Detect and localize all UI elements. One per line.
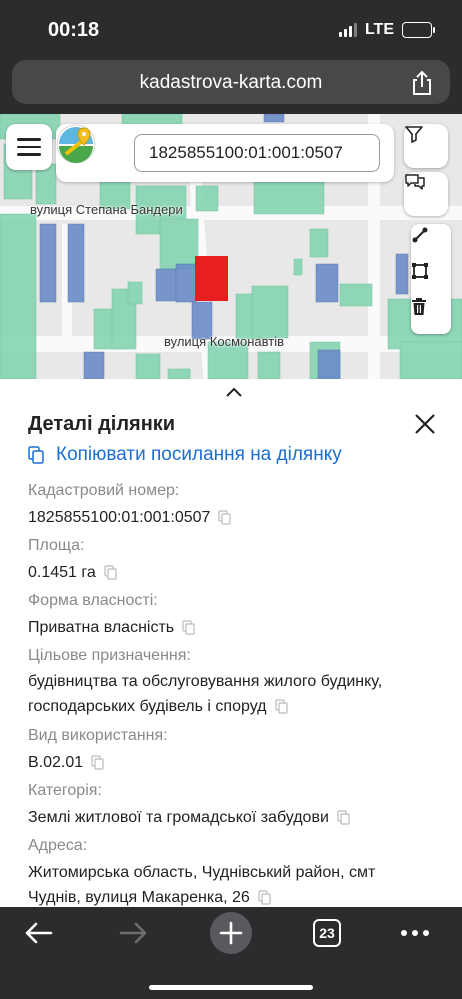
field-value-purpose: будівництва та обслуговування жилого буд… <box>28 669 382 719</box>
tabs-button[interactable]: 23 <box>312 913 342 953</box>
home-indicator <box>149 985 313 990</box>
menu-icon <box>17 138 41 141</box>
square-tool-icon <box>412 263 428 279</box>
line-tool-button[interactable] <box>411 226 451 260</box>
copy-icon[interactable] <box>337 810 350 825</box>
back-button[interactable] <box>20 913 56 953</box>
arrow-left-icon <box>25 922 53 944</box>
url-field[interactable]: kadastrova-karta.com <box>12 60 450 104</box>
forward-button[interactable] <box>116 913 152 953</box>
share-icon[interactable] <box>410 70 434 96</box>
status-bar: 00:18 LTE <box>0 0 462 56</box>
purpose-line: господарських будівель і споруд <box>28 698 267 715</box>
field-value-category: Землі житлової та громадської забудови <box>28 805 350 830</box>
network-type: LTE <box>364 21 394 38</box>
chat-button[interactable] <box>404 172 448 216</box>
ownership-value: Приватна власність <box>28 619 175 636</box>
street-label: вулиця Космонавтів <box>164 334 285 349</box>
copy-link-label: Копіювати посилання на ділянку <box>56 444 342 465</box>
filter-icon <box>405 126 423 143</box>
close-icon[interactable] <box>412 411 438 437</box>
browser-address-bar: kadastrova-karta.com <box>0 56 462 114</box>
field-value-area: 0.1451 га <box>28 560 117 585</box>
field-value-ownership: Приватна власність <box>28 615 195 640</box>
field-value-usage: В.02.01 <box>28 750 104 775</box>
copy-icon[interactable] <box>104 565 117 580</box>
more-button[interactable] <box>398 913 432 953</box>
logo-icon <box>56 124 96 164</box>
filter-button[interactable] <box>404 124 448 168</box>
selected-parcel[interactable] <box>195 256 228 301</box>
field-label-area: Площа: <box>28 537 85 554</box>
more-icon <box>401 930 429 936</box>
field-label-purpose: Цільове призначення: <box>28 647 191 664</box>
field-label-cadastral: Кадастровий номер: <box>28 482 180 499</box>
browser-toolbar: 23 <box>0 907 462 999</box>
copy-icon[interactable] <box>218 510 232 525</box>
field-label-address: Адреса: <box>28 837 88 854</box>
tab-count-badge: 23 <box>313 919 341 947</box>
copy-icon <box>28 446 44 464</box>
cadastral-map[interactable]: вулиця Степана Бандери вулиця Космонавті… <box>0 114 462 379</box>
battery-icon <box>402 22 435 38</box>
panel-title: Деталі ділянки <box>28 413 176 435</box>
search-input[interactable] <box>134 134 380 172</box>
polygon-tool-button[interactable] <box>411 262 451 296</box>
address-line: Чуднів, вулиця Макаренка, 26 <box>28 889 250 906</box>
parcel-details-panel: Деталі ділянки Копіювати посилання на ді… <box>0 379 462 907</box>
arrow-right-icon <box>119 922 147 944</box>
new-tab-button[interactable] <box>210 912 252 954</box>
chevron-up-icon[interactable] <box>224 385 244 399</box>
copy-icon[interactable] <box>182 620 195 635</box>
purpose-line: будівництва та обслуговування жилого буд… <box>28 673 383 690</box>
copy-icon[interactable] <box>91 755 104 770</box>
cadastral-number: 1825855100:01:001:0507 <box>28 509 211 526</box>
line-tool-icon <box>412 227 428 243</box>
street-label: вулиця Степана Бандери <box>30 202 183 217</box>
url-text: kadastrova-karta.com <box>139 72 323 93</box>
signal-icon <box>338 23 357 37</box>
category-value: Землі житлової та громадської забудови <box>28 809 329 826</box>
field-value-cadastral: 1825855100:01:001:0507 <box>28 505 232 530</box>
copy-icon[interactable] <box>274 699 288 714</box>
chat-icon <box>405 174 425 190</box>
drawing-tools <box>411 224 451 334</box>
copy-icon[interactable] <box>258 890 271 905</box>
field-label-usage: Вид використання: <box>28 727 168 744</box>
trash-icon <box>412 298 426 315</box>
area-value: 0.1451 га <box>28 564 96 581</box>
menu-button[interactable] <box>6 124 52 170</box>
status-time: 00:18 <box>48 19 100 41</box>
delete-tool-button[interactable] <box>411 298 451 332</box>
field-label-category: Категорія: <box>28 782 102 799</box>
plus-icon <box>210 912 252 954</box>
copy-link-button[interactable]: Копіювати посилання на ділянку <box>28 444 342 466</box>
address-line: Житомирська область, Чуднівський район, … <box>28 864 376 881</box>
field-label-ownership: Форма власності: <box>28 592 158 609</box>
status-indicators: LTE <box>338 21 435 39</box>
field-value-address: Житомирська область, Чуднівський район, … <box>28 860 375 907</box>
usage-value: В.02.01 <box>28 754 84 771</box>
search-card <box>56 124 394 182</box>
